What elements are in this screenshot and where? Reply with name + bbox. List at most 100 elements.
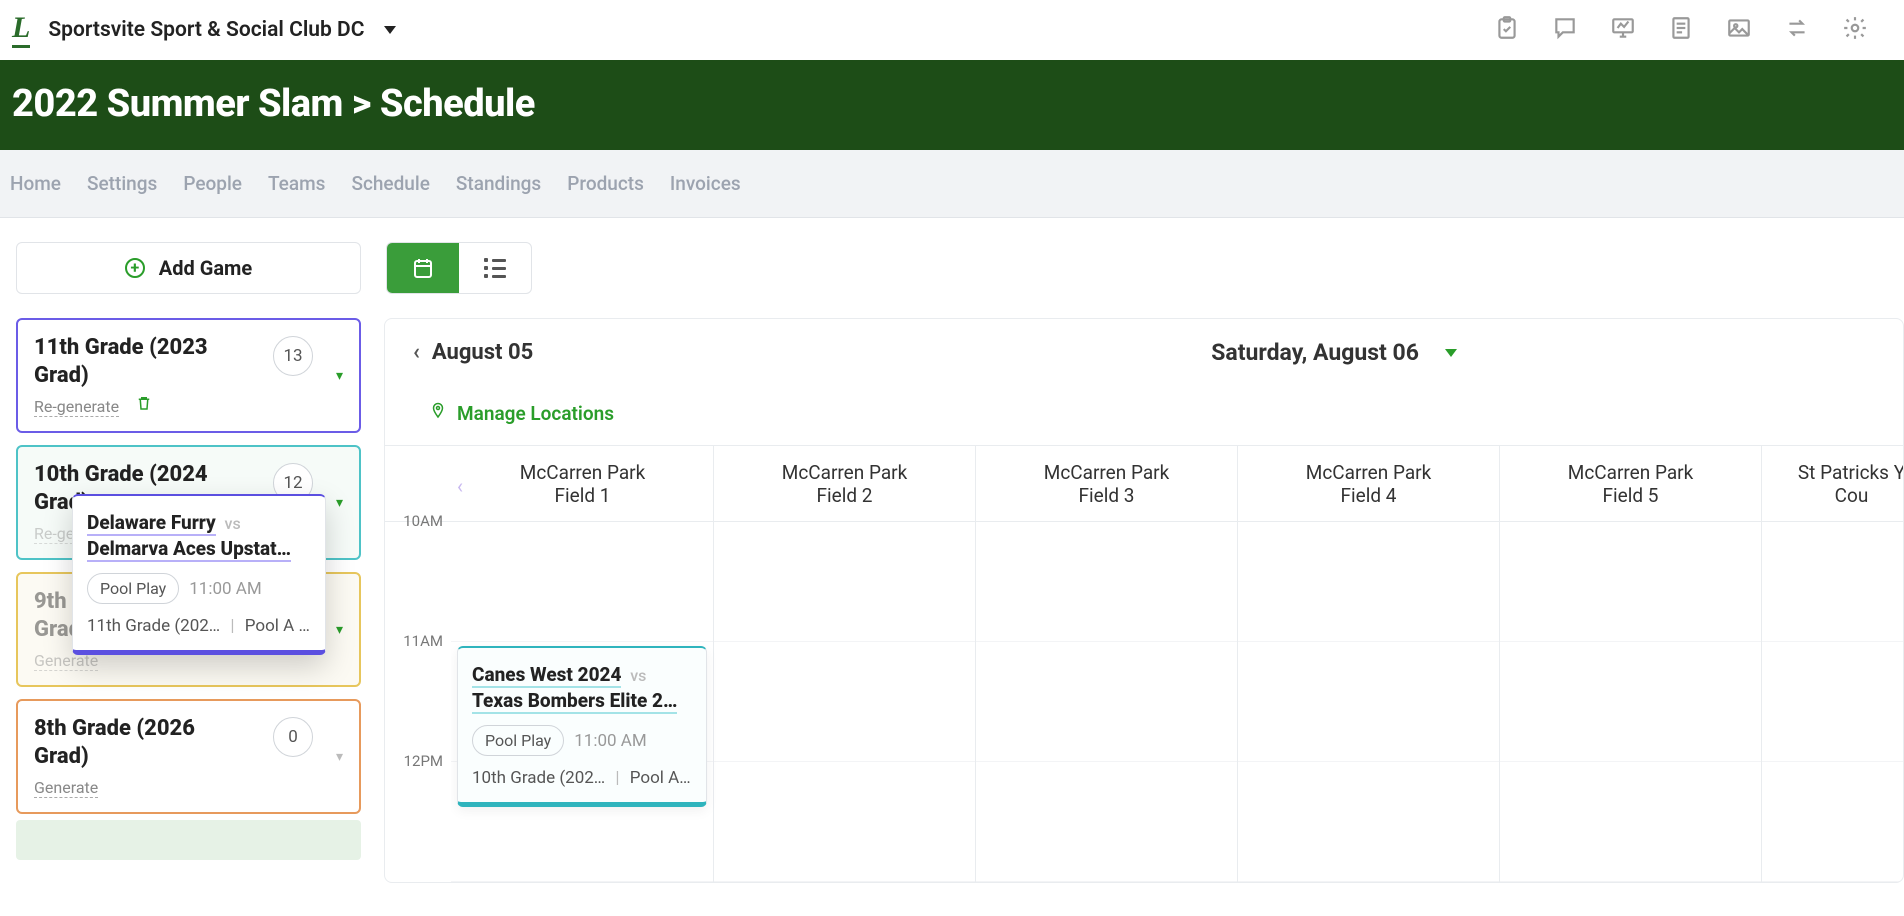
subnav-invoices[interactable]: Invoices <box>670 150 741 217</box>
swap-icon[interactable] <box>1784 15 1810 45</box>
clipboard-icon[interactable] <box>1494 15 1520 45</box>
game-time-label: 11:00 AM <box>189 579 261 599</box>
vs-label: vs <box>630 666 646 685</box>
date-picker[interactable]: Saturday, August 06 <box>533 339 1875 366</box>
image-icon[interactable] <box>1726 15 1752 45</box>
time-column: 10AM 11AM 12PM <box>385 446 451 882</box>
dragged-game-card[interactable]: Delaware Furry vs Delmarva Aces Upstat… … <box>72 494 326 655</box>
regenerate-link[interactable]: Re-generate <box>34 397 119 417</box>
chat-icon[interactable] <box>1552 15 1578 45</box>
org-switcher[interactable]: Sportsvite Sport & Social Club DC <box>48 18 395 42</box>
chevron-left-icon: ‹ <box>413 340 420 365</box>
team-a-label: Canes West 2024 <box>472 663 621 688</box>
subnav-home[interactable]: Home <box>10 150 61 217</box>
game-pool-label: Pool A - … <box>630 768 692 788</box>
chevron-down-icon[interactable]: ▾ <box>336 749 343 765</box>
current-date-label: Saturday, August 06 <box>1211 339 1419 366</box>
vs-label: vs <box>225 514 241 533</box>
app-logo[interactable]: L <box>12 13 30 48</box>
grade-stack: 11th Grade (2023 Grad) 13 ▾ Re-generate … <box>16 318 361 860</box>
game-meta: 10th Grade (202… | Pool A - … <box>472 768 692 788</box>
list-view-button[interactable] <box>459 243 531 293</box>
game-type-badge: Pool Play <box>87 573 179 604</box>
presentation-icon[interactable] <box>1610 15 1636 45</box>
plus-circle-icon: + <box>125 258 145 278</box>
fields-wrap: ‹ McCarren ParkField 1 McCarren ParkFiel… <box>451 446 1903 882</box>
field-col-6[interactable] <box>1761 522 1903 882</box>
calendar-grid: 10AM 11AM 12PM ‹ McCarren ParkField 1 Mc… <box>385 445 1903 882</box>
fields-body: Canes West 2024 vs Texas Bombers Elite 2… <box>451 522 1903 882</box>
pin-icon <box>429 402 447 425</box>
grade-count-badge: 13 <box>273 336 313 376</box>
top-bar-icons <box>1494 15 1892 45</box>
calendar-header: ‹ August 05 Saturday, August 06 <box>385 319 1903 386</box>
grade-title: 8th Grade (2026 Grad) <box>34 715 244 770</box>
prev-day-button[interactable]: ‹ August 05 <box>413 340 533 365</box>
calendar-view-button[interactable] <box>387 243 459 293</box>
game-teams: Delaware Furry vs Delmarva Aces Upstat… <box>87 510 311 561</box>
org-name-label: Sportsvite Sport & Social Club DC <box>48 18 364 42</box>
field-header: St Patricks YCou <box>1761 446 1903 521</box>
generate-link[interactable]: Generate <box>34 778 98 798</box>
trash-icon[interactable] <box>135 394 153 416</box>
subnav-schedule[interactable]: Schedule <box>351 150 429 217</box>
field-header: McCarren ParkField 3 <box>975 446 1237 521</box>
calendar-event-card[interactable]: Canes West 2024 vs Texas Bombers Elite 2… <box>457 646 707 807</box>
game-teams: Canes West 2024 vs Texas Bombers Elite 2… <box>472 662 692 713</box>
chevron-down-icon[interactable]: ▾ <box>336 368 343 384</box>
add-game-label: Add Game <box>159 256 252 280</box>
top-bar-left: L Sportsvite Sport & Social Club DC <box>12 13 414 48</box>
field-col-1[interactable]: Canes West 2024 vs Texas Bombers Elite 2… <box>451 522 713 882</box>
calendar-icon <box>411 256 435 280</box>
game-meta: 11th Grade (202… | Pool A - … <box>87 616 311 636</box>
prev-day-label: August 05 <box>432 340 533 365</box>
game-time-row: Pool Play 11:00 AM <box>87 573 311 604</box>
field-header: McCarren ParkField 2 <box>713 446 975 521</box>
field-header: McCarren ParkField 5 <box>1499 446 1761 521</box>
field-header: McCarren ParkField 4 <box>1237 446 1499 521</box>
subnav-teams[interactable]: Teams <box>268 150 325 217</box>
manage-locations-link[interactable]: Manage Locations <box>385 386 1903 445</box>
game-type-badge: Pool Play <box>472 725 564 756</box>
chevron-down-icon[interactable]: ▾ <box>336 495 343 511</box>
team-a-label: Delaware Furry <box>87 511 216 536</box>
subnav-settings[interactable]: Settings <box>87 150 157 217</box>
field-col-4[interactable] <box>1237 522 1499 882</box>
team-b-label: Delmarva Aces Upstat… <box>87 537 291 562</box>
caret-down-icon <box>384 26 396 34</box>
field-col-3[interactable] <box>975 522 1237 882</box>
fields-header: McCarren ParkField 1 McCarren ParkField … <box>451 446 1903 522</box>
manage-locations-label: Manage Locations <box>457 402 614 425</box>
calendar-panel: ‹ August 05 Saturday, August 06 Manage L… <box>384 318 1904 883</box>
subnav-products[interactable]: Products <box>567 150 644 217</box>
game-grade-label: 10th Grade (202… <box>472 768 605 788</box>
document-icon[interactable] <box>1668 15 1694 45</box>
game-pool-label: Pool A - … <box>245 616 311 636</box>
chevron-down-icon[interactable]: ▾ <box>336 622 343 638</box>
grade-title: 11th Grade (2023 Grad) <box>34 334 244 389</box>
field-col-2[interactable] <box>713 522 975 882</box>
time-label: 12PM <box>404 752 443 770</box>
drop-zone-strip <box>16 820 361 860</box>
time-label: 11AM <box>403 632 443 650</box>
time-label: 10AM <box>403 512 443 530</box>
caret-down-icon <box>1445 349 1457 357</box>
game-time-label: 11:00 AM <box>574 731 646 751</box>
scroll-left-icon[interactable]: ‹ <box>457 474 463 498</box>
gear-icon[interactable] <box>1842 15 1868 45</box>
add-game-button[interactable]: + Add Game <box>16 242 361 294</box>
team-b-label: Texas Bombers Elite 2… <box>472 689 677 714</box>
view-toggle <box>386 242 532 294</box>
grade-card-11[interactable]: 11th Grade (2023 Grad) 13 ▾ Re-generate <box>16 318 361 433</box>
subnav: Home Settings People Teams Schedule Stan… <box>0 150 1904 218</box>
field-col-5[interactable] <box>1499 522 1761 882</box>
subnav-standings[interactable]: Standings <box>456 150 541 217</box>
subnav-people[interactable]: People <box>183 150 242 217</box>
grade-count-badge: 0 <box>273 717 313 757</box>
body: + Add Game 11th Grade (2023 Grad) 13 ▾ R… <box>0 218 1904 883</box>
grade-card-8[interactable]: 8th Grade (2026 Grad) 0 ▾ Generate <box>16 699 361 814</box>
game-time-row: Pool Play 11:00 AM <box>472 725 692 756</box>
right-column: ‹ August 05 Saturday, August 06 Manage L… <box>384 242 1904 883</box>
left-column: + Add Game 11th Grade (2023 Grad) 13 ▾ R… <box>0 242 360 883</box>
page-title: 2022 Summer Slam > Schedule <box>0 60 1904 150</box>
